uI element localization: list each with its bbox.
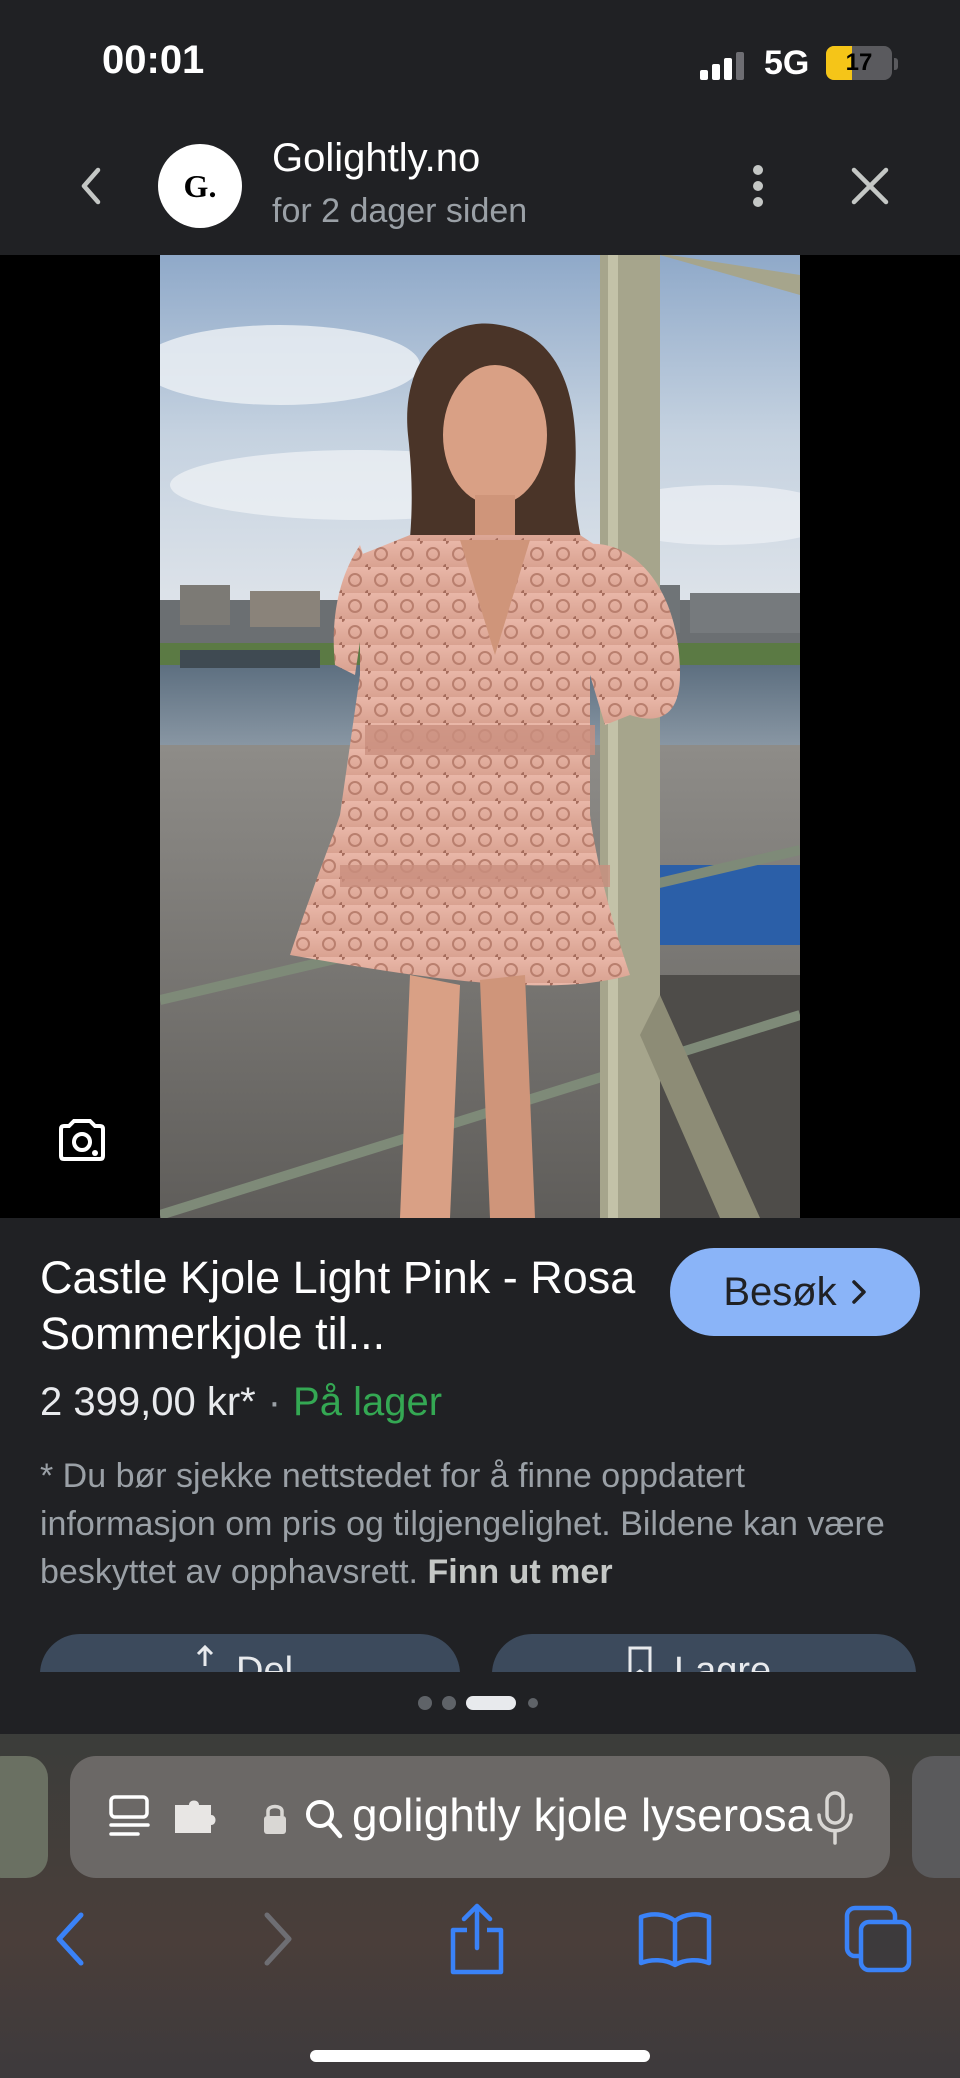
- share-icon: [450, 1903, 504, 1975]
- price-separator: ·: [267, 1380, 282, 1424]
- price-row: 2 399,00 kr* · På lager: [40, 1380, 442, 1425]
- battery-level: 17: [845, 49, 873, 76]
- close-button[interactable]: [840, 156, 900, 216]
- site-logo[interactable]: G.: [158, 144, 242, 228]
- bookmarks-nav-button[interactable]: [630, 1894, 720, 1984]
- status-bar: 00:01 5G 17: [0, 0, 960, 120]
- close-icon: [851, 167, 889, 205]
- disclaimer: * Du bør sjekke nettstedet for å finne o…: [40, 1452, 920, 1596]
- home-indicator: [310, 2050, 650, 2062]
- share-button[interactable]: Del: [40, 1634, 460, 1672]
- address-bar[interactable]: golightly kjole lyserosa: [70, 1756, 890, 1878]
- chevron-left-icon: [81, 167, 101, 205]
- product-photo[interactable]: [160, 255, 800, 1218]
- site-logo-text: G.: [183, 167, 217, 204]
- bookmark-icon: [628, 1646, 652, 1672]
- extension-icon[interactable]: [170, 1792, 224, 1842]
- forward-nav-button[interactable]: [234, 1894, 324, 1984]
- back-arrow-icon: [56, 1912, 84, 1966]
- forward-arrow-icon: [264, 1912, 292, 1966]
- share-nav-button[interactable]: [432, 1894, 522, 1984]
- book-icon: [638, 1912, 712, 1968]
- share-icon: [196, 1644, 214, 1666]
- price: 2 399,00 kr*: [40, 1380, 256, 1424]
- product-photo-illustration: [160, 255, 800, 1218]
- back-nav-button[interactable]: [24, 1894, 114, 1984]
- address-text[interactable]: golightly kjole lyserosa: [352, 1788, 842, 1842]
- action-buttons: Del Lagre: [0, 1630, 960, 1672]
- visit-button-label: Besøk: [723, 1269, 837, 1314]
- safari-toolbar: golightly kjole lyserosa: [0, 1734, 960, 2078]
- page-dot-active[interactable]: [466, 1696, 516, 1710]
- share-button-label: Del: [236, 1650, 294, 1672]
- viewer-header: G. Golightly.no for 2 dager siden: [0, 120, 960, 255]
- visit-button[interactable]: Besøk: [670, 1248, 920, 1336]
- next-tab-preview[interactable]: [912, 1756, 960, 1878]
- more-options-button[interactable]: [728, 156, 788, 216]
- microphone-icon[interactable]: [810, 1788, 860, 1848]
- search-icon: [304, 1798, 344, 1840]
- tabs-icon: [844, 1905, 912, 1973]
- cellular-signal-icon: [700, 50, 750, 80]
- site-name[interactable]: Golightly.no: [272, 136, 480, 181]
- battery-icon: 17: [826, 46, 892, 80]
- google-lens-button[interactable]: [52, 1110, 112, 1170]
- back-button[interactable]: [60, 156, 120, 216]
- more-vertical-icon: [753, 165, 763, 207]
- learn-more-link[interactable]: Finn ut mer: [427, 1553, 612, 1591]
- previous-tab-preview[interactable]: [0, 1756, 48, 1878]
- product-title[interactable]: Castle Kjole Light Pink - Rosa Sommerkjo…: [40, 1250, 640, 1362]
- save-button-label: Lagre: [674, 1650, 772, 1672]
- battery-tip: [894, 58, 898, 70]
- save-button[interactable]: Lagre: [492, 1634, 916, 1672]
- reader-view-icon[interactable]: [106, 1792, 156, 1842]
- status-time: 00:01: [102, 38, 205, 82]
- page-dot[interactable]: [442, 1696, 456, 1710]
- posted-time: for 2 dager siden: [272, 192, 528, 230]
- network-type: 5G: [764, 44, 810, 82]
- page-indicator: [0, 1692, 960, 1712]
- page-dot[interactable]: [418, 1696, 432, 1710]
- page-dot[interactable]: [528, 1698, 538, 1708]
- lock-icon: [260, 1800, 290, 1838]
- google-lens-icon: [59, 1119, 105, 1161]
- availability: På lager: [293, 1380, 443, 1424]
- chevron-right-icon: [851, 1280, 866, 1304]
- tabs-nav-button[interactable]: [834, 1894, 924, 1984]
- image-viewer[interactable]: [0, 255, 960, 1218]
